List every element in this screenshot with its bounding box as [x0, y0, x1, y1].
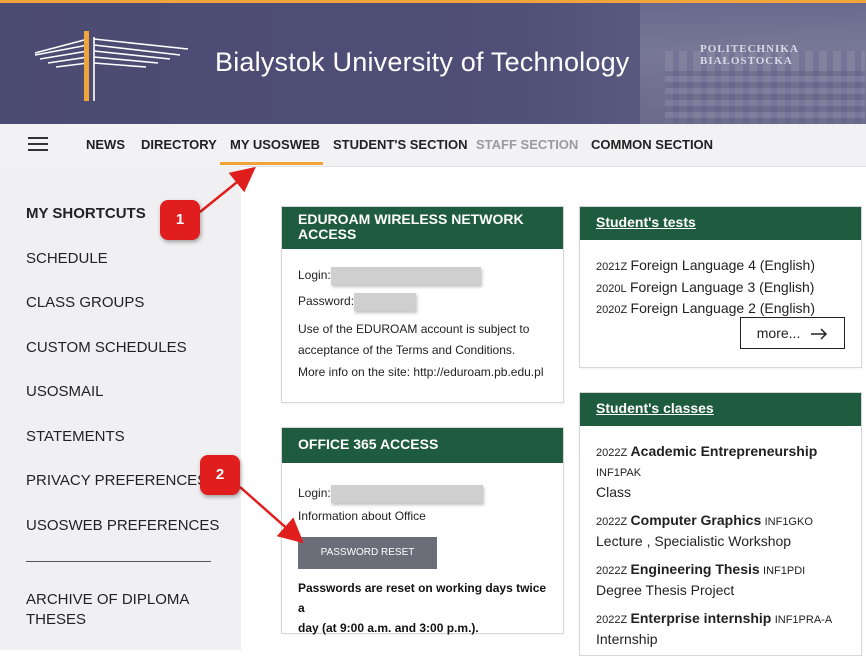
- eduroam-card-title: EDUROAM WIRELESS NETWORK ACCESS: [282, 207, 563, 249]
- eduroam-terms-line2: acceptance of the Terms and Conditions.: [298, 343, 516, 357]
- class-type: Degree Thesis Project: [596, 582, 735, 598]
- sidebar-item-usosweb-preferences[interactable]: USOSWEB PREFERENCES: [26, 517, 219, 534]
- sidebar-item-usosmail[interactable]: USOSMAIL: [26, 383, 104, 400]
- site-banner: POLITECHNIKA BIAŁOSTOCKA Bialystok Unive…: [0, 3, 866, 124]
- test-term: 2020Z: [596, 304, 628, 316]
- password-reset-button[interactable]: PASSWORD RESET: [298, 537, 437, 569]
- class-type: Class: [596, 484, 632, 500]
- eduroam-login-row: Login:: [298, 267, 547, 293]
- sidebar-item-schedule[interactable]: SCHEDULE: [26, 250, 108, 267]
- sidebar-item-my-shortcuts[interactable]: MY SHORTCUTS: [26, 205, 146, 222]
- eduroam-password-row: Password:: [298, 293, 547, 319]
- sidebar-divider: [26, 561, 211, 562]
- class-item[interactable]: 2022Z Computer Graphics INF1GKO Lecture …: [596, 511, 845, 552]
- class-name: Engineering Thesis: [630, 561, 760, 577]
- university-logo-icon[interactable]: [30, 25, 190, 105]
- sidebar-item-custom-schedules[interactable]: CUSTOM SCHEDULES: [26, 339, 187, 356]
- test-term: 2021Z: [596, 261, 628, 273]
- class-term: 2022Z: [596, 565, 628, 577]
- test-name: Foreign Language 2 (English): [630, 300, 816, 316]
- site-title[interactable]: Bialystok University of Technology: [215, 47, 630, 78]
- tests-more-label: more...: [756, 325, 801, 341]
- class-code: INF1PRA-A: [774, 614, 833, 626]
- office-info: Information about Office: [298, 509, 426, 523]
- office365-card-title: OFFICE 365 ACCESS: [282, 428, 563, 463]
- nav-my-usosweb[interactable]: MY USOSWEB: [230, 137, 320, 152]
- nav-common-section[interactable]: COMMON SECTION: [591, 137, 713, 152]
- eduroam-login-value-redacted: [330, 267, 481, 285]
- nav-news[interactable]: NEWS: [86, 137, 125, 152]
- sidebar-item-statements[interactable]: STATEMENTS: [26, 428, 125, 445]
- class-name: Computer Graphics: [630, 512, 762, 528]
- class-term: 2022Z: [596, 516, 628, 528]
- tests-more-button[interactable]: more...: [740, 317, 845, 349]
- students-classes-title[interactable]: Student's classes: [580, 393, 861, 426]
- nav-active-indicator: [220, 162, 323, 165]
- students-classes-card: Student's classes 2022Z Academic Entrepr…: [579, 392, 862, 656]
- office-login-value-redacted: [330, 485, 483, 503]
- office-login-row: Login:: [298, 485, 547, 509]
- test-term: 2020L: [596, 282, 627, 295]
- office-note-line1: Passwords are reset on working days twic…: [298, 581, 547, 615]
- students-tests-title[interactable]: Student's tests: [580, 207, 861, 240]
- annotation-badge-2: 2: [200, 455, 240, 495]
- class-name: Enterprise internship: [630, 610, 772, 626]
- class-item[interactable]: 2022Z Academic Entrepreneurship INF1PAK …: [596, 442, 845, 503]
- eduroam-card: EDUROAM WIRELESS NETWORK ACCESS Login: P…: [281, 206, 564, 403]
- class-code: INF1GKO: [764, 516, 813, 528]
- eduroam-terms-line1: Use of the EDUROAM account is subject to: [298, 322, 530, 336]
- class-term: 2022Z: [596, 614, 628, 626]
- nav-staff-section[interactable]: STAFF SECTION: [476, 137, 578, 152]
- test-name: Foreign Language 4 (English): [630, 257, 816, 273]
- eduroam-login-label: Login:: [298, 268, 331, 283]
- office-reset-note: Passwords are reset on working days twic…: [298, 578, 553, 638]
- class-item[interactable]: 2022Z Enterprise internship INF1PRA-A In…: [596, 609, 845, 650]
- class-type: Internship: [596, 631, 658, 647]
- eduroam-password-value-redacted: [354, 293, 417, 311]
- class-item[interactable]: 2022Z Engineering Thesis INF1PDI Degree …: [596, 560, 845, 601]
- test-item[interactable]: 2020L Foreign Language 3 (English): [596, 278, 845, 300]
- eduroam-more-info: More info on the site: http://eduroam.pb…: [298, 365, 544, 379]
- archive-label-line1: ARCHIVE OF DIPLOMA: [26, 591, 190, 608]
- nav-students-section[interactable]: STUDENT'S SECTION: [333, 137, 468, 152]
- class-code: INF1PAK: [596, 467, 642, 479]
- office-note-line2: day (at 9:00 a.m. and 3:00 p.m.).: [298, 621, 479, 635]
- main-nav: NEWS DIRECTORY MY USOSWEB STUDENT'S SECT…: [0, 124, 866, 167]
- class-type: Lecture , Specialistic Workshop: [596, 533, 792, 549]
- class-name: Academic Entrepreneurship: [630, 443, 818, 459]
- annotation-badge-1: 1: [160, 200, 200, 240]
- class-code: INF1PDI: [763, 565, 806, 577]
- archive-label-line2: THESES: [26, 611, 87, 628]
- hamburger-menu-icon[interactable]: [28, 137, 48, 153]
- test-item[interactable]: 2021Z Foreign Language 4 (English): [596, 256, 845, 278]
- sidebar-item-archive-of-diploma-theses[interactable]: ARCHIVE OF DIPLOMA THESES: [26, 590, 189, 630]
- arrow-right-icon: [811, 328, 828, 340]
- sidebar-item-privacy-preferences[interactable]: PRIVACY PREFERENCES: [26, 472, 207, 489]
- class-term: 2022Z: [596, 447, 628, 459]
- sidebar: MY SHORTCUTS SCHEDULE CLASS GROUPS CUSTO…: [0, 166, 241, 650]
- building-sign: POLITECHNIKA BIAŁOSTOCKA: [700, 43, 799, 67]
- eduroam-password-label: Password:: [298, 294, 355, 309]
- nav-directory[interactable]: DIRECTORY: [141, 137, 217, 152]
- office-login-label: Login:: [298, 486, 331, 501]
- banner-building-windows: [665, 71, 865, 124]
- eduroam-terms-text: Use of the EDUROAM account is subject to…: [298, 319, 547, 361]
- test-name: Foreign Language 3 (English): [629, 278, 815, 295]
- sidebar-item-class-groups[interactable]: CLASS GROUPS: [26, 294, 144, 311]
